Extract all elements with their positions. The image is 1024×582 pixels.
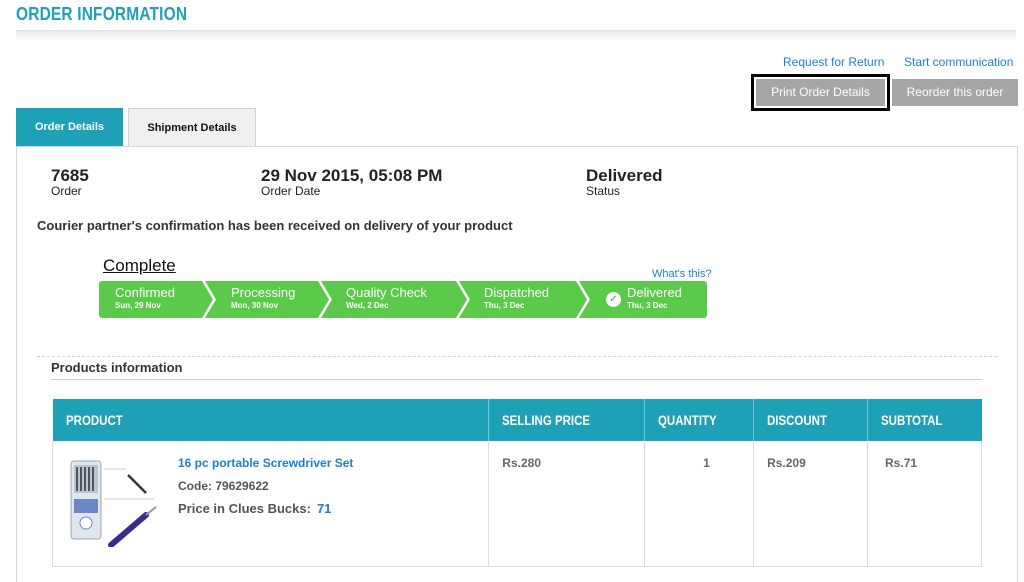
clues-bucks-value: 71 bbox=[316, 501, 332, 516]
clues-bucks-price: Price in Clues Bucks: 71 bbox=[178, 501, 331, 516]
selling-price-cell: Rs.280 bbox=[488, 441, 646, 567]
products-heading: Products information bbox=[51, 360, 183, 375]
order-status-label: Status bbox=[586, 184, 621, 198]
step-date: Sun, 29 Nov bbox=[115, 301, 161, 310]
whats-this-link[interactable]: What's this? bbox=[652, 268, 712, 280]
quantity-cell: 1 bbox=[644, 441, 755, 567]
step-name: Processing bbox=[231, 285, 296, 300]
column-header-selling-price: SELLING PRICE bbox=[488, 399, 645, 441]
discount-cell: Rs.209 bbox=[753, 441, 869, 567]
products-table-header: PRODUCT SELLING PRICE QUANTITY DISCOUNT … bbox=[52, 399, 982, 441]
order-date: 29 Nov 2015, 05:08 PM bbox=[261, 166, 443, 185]
progress-step-dispatched: Dispatched Thu, 3 Dec bbox=[459, 281, 587, 318]
order-number-label: Order bbox=[51, 184, 82, 198]
order-number: 7685 bbox=[51, 166, 89, 185]
product-code: Code: 79629622 bbox=[178, 479, 269, 493]
tab-order-details[interactable]: Order Details bbox=[16, 108, 123, 146]
step-name: Quality Check bbox=[346, 285, 427, 300]
products-table: PRODUCT SELLING PRICE QUANTITY DISCOUNT … bbox=[51, 399, 982, 567]
order-date-label: Order Date bbox=[261, 184, 321, 198]
subtotal-cell: Rs.71 bbox=[867, 441, 982, 567]
check-circle-icon: ✓ bbox=[606, 292, 621, 307]
section-divider bbox=[37, 356, 997, 357]
column-header-product: PRODUCT bbox=[52, 399, 489, 441]
page-title: ORDER INFORMATION bbox=[16, 4, 188, 24]
progress-step-processing: Processing Mon, 30 Nov bbox=[205, 281, 329, 318]
start-communication-link[interactable]: Start communication bbox=[904, 55, 1013, 69]
column-header-discount: DISCOUNT bbox=[753, 399, 868, 441]
progress-step-quality-check: Quality Check Wed, 2 Dec bbox=[321, 281, 467, 318]
title-divider bbox=[16, 30, 1016, 40]
table-row: 16 pc portable Screwdriver Set Code: 796… bbox=[51, 441, 982, 567]
column-header-quantity: QUANTITY bbox=[644, 399, 754, 441]
print-order-details-button[interactable]: Print Order Details bbox=[751, 74, 890, 111]
step-name: Dispatched bbox=[484, 285, 550, 300]
reorder-button[interactable]: Reorder this order bbox=[892, 79, 1018, 106]
product-cell: 16 pc portable Screwdriver Set Code: 796… bbox=[51, 441, 490, 567]
step-date: Wed, 2 Dec bbox=[346, 301, 389, 310]
request-return-link[interactable]: Request for Return bbox=[783, 55, 884, 69]
step-date: Thu, 3 Dec bbox=[484, 301, 525, 310]
order-progress-tracker: Confirmed Sun, 29 Nov Processing Mon, 30… bbox=[99, 281, 707, 318]
progress-step-delivered: ✓ Delivered Thu, 3 Dec bbox=[579, 281, 707, 318]
step-date: Mon, 30 Nov bbox=[231, 301, 279, 310]
progress-step-confirmed: Confirmed Sun, 29 Nov bbox=[99, 281, 213, 318]
column-header-subtotal: SUBTOTAL bbox=[867, 399, 982, 441]
tracking-heading: Complete bbox=[103, 256, 176, 275]
product-image[interactable] bbox=[66, 457, 161, 547]
products-heading-rule bbox=[51, 379, 982, 380]
tab-shipment-details[interactable]: Shipment Details bbox=[128, 108, 256, 146]
courier-confirmation-message: Courier partner's confirmation has been … bbox=[37, 218, 513, 233]
product-name-link[interactable]: 16 pc portable Screwdriver Set bbox=[178, 456, 353, 470]
order-status: Delivered bbox=[586, 166, 663, 185]
step-name: Confirmed bbox=[115, 285, 175, 300]
clues-bucks-label: Price in Clues Bucks: bbox=[178, 501, 311, 516]
